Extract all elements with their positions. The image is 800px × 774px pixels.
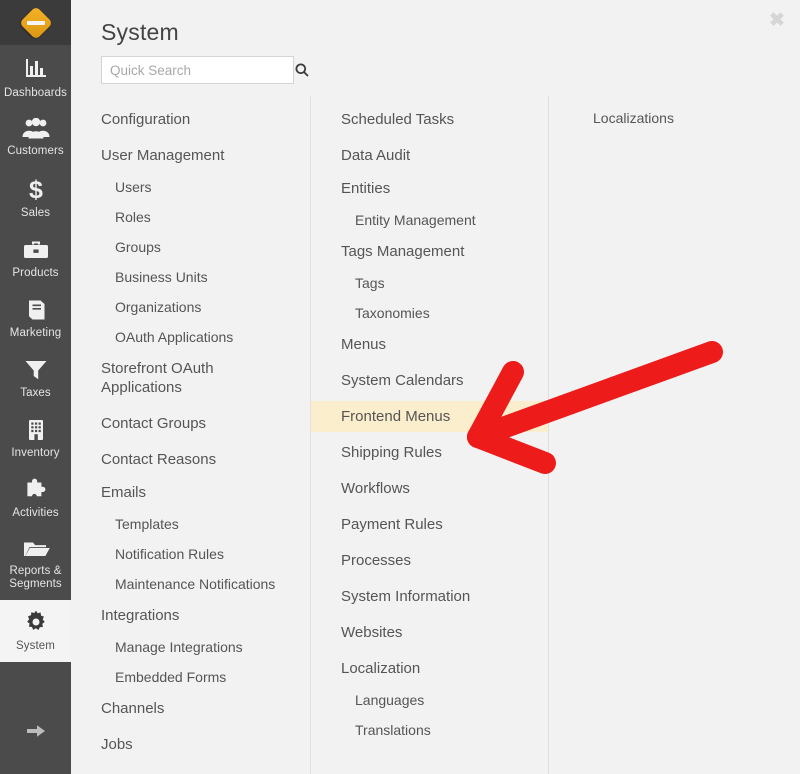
menu-item-menus[interactable]: Menus	[311, 329, 548, 360]
menu-item-contact-groups[interactable]: Contact Groups	[71, 408, 310, 439]
building-icon	[24, 418, 48, 442]
folder-open-icon	[22, 538, 50, 560]
menu-column-2: Scheduled Tasks Data Audit Entities Enti…	[310, 96, 548, 774]
main-sidebar: Dashboards Customers $ Sales Products Ma…	[0, 0, 71, 774]
menu-item-entity-management[interactable]: Entity Management	[311, 206, 548, 235]
sidebar-item-taxes[interactable]: Taxes	[0, 349, 71, 409]
search-icon[interactable]	[295, 57, 309, 83]
page-title: System	[101, 19, 179, 45]
menu-item-frontend-menus[interactable]: Frontend Menus	[311, 401, 548, 432]
menu-item-organizations[interactable]: Organizations	[71, 293, 310, 322]
sidebar-item-label: Marketing	[9, 327, 62, 339]
puzzle-piece-icon	[22, 478, 49, 502]
search-input[interactable]	[102, 57, 295, 83]
menu-columns: Configuration User Management Users Role…	[71, 96, 800, 774]
sidebar-item-inventory[interactable]: Inventory	[0, 409, 71, 469]
svg-text:$: $	[29, 176, 43, 202]
sidebar-item-system[interactable]: System	[0, 600, 71, 662]
sidebar-item-marketing[interactable]: Marketing	[0, 289, 71, 349]
menu-item-embedded-forms[interactable]: Embedded Forms	[71, 663, 310, 692]
menu-item-user-management[interactable]: User Management	[71, 140, 310, 171]
menu-item-system-calendars[interactable]: System Calendars	[311, 365, 548, 396]
menu-column-1: Configuration User Management Users Role…	[71, 96, 310, 774]
system-menu-panel: ✖ System Configuration User Management U…	[71, 0, 800, 774]
sidebar-item-label: Products	[12, 267, 59, 279]
sidebar-item-label: Reports & Segments	[9, 565, 62, 590]
sidebar-item-customers[interactable]: Customers	[0, 109, 71, 167]
menu-item-scheduled-tasks[interactable]: Scheduled Tasks	[311, 104, 548, 135]
sidebar-item-dashboards[interactable]: Dashboards	[0, 49, 71, 109]
menu-item-localizations[interactable]: Localizations	[549, 104, 800, 133]
menu-item-groups[interactable]: Groups	[71, 233, 310, 262]
menu-item-maintenance-notifications[interactable]: Maintenance Notifications	[71, 570, 310, 599]
sidebar-item-label: Activities	[12, 507, 59, 519]
menu-item-storefront-oauth-applications[interactable]: Storefront OAuth Applications	[71, 353, 310, 403]
menu-item-system-information[interactable]: System Information	[311, 581, 548, 612]
gear-icon	[23, 609, 49, 635]
bar-chart-icon	[23, 58, 49, 82]
sidebar-item-label: Dashboards	[3, 87, 67, 99]
sidebar-item-label: System	[16, 640, 55, 652]
menu-item-payment-rules[interactable]: Payment Rules	[311, 509, 548, 540]
menu-item-oauth-applications[interactable]: OAuth Applications	[71, 323, 310, 352]
users-group-icon	[21, 118, 51, 140]
menu-item-manage-integrations[interactable]: Manage Integrations	[71, 633, 310, 662]
menu-item-workflows[interactable]: Workflows	[311, 473, 548, 504]
menu-item-templates[interactable]: Templates	[71, 510, 310, 539]
menu-item-tags[interactable]: Tags	[311, 269, 548, 298]
menu-item-taxonomies[interactable]: Taxonomies	[311, 299, 548, 328]
sidebar-item-products[interactable]: Products	[0, 229, 71, 289]
menu-item-roles[interactable]: Roles	[71, 203, 310, 232]
dollar-sign-icon: $	[26, 176, 46, 202]
oro-diamond-logo-icon	[18, 5, 53, 40]
menu-item-configuration[interactable]: Configuration	[71, 104, 310, 135]
app-logo[interactable]	[0, 0, 71, 45]
menu-item-contact-reasons[interactable]: Contact Reasons	[71, 444, 310, 475]
menu-item-emails[interactable]: Emails	[71, 477, 310, 508]
menu-item-entities[interactable]: Entities	[311, 173, 548, 204]
sidebar-item-sales[interactable]: $ Sales	[0, 167, 71, 229]
funnel-icon	[23, 358, 49, 382]
sidebar-item-reports-segments[interactable]: Reports & Segments	[0, 529, 71, 600]
menu-item-channels[interactable]: Channels	[71, 693, 310, 724]
menu-item-translations[interactable]: Translations	[311, 716, 548, 745]
menu-item-users[interactable]: Users	[71, 173, 310, 202]
menu-item-integrations[interactable]: Integrations	[71, 600, 310, 631]
menu-item-business-units[interactable]: Business Units	[71, 263, 310, 292]
menu-item-languages[interactable]: Languages	[311, 686, 548, 715]
menu-item-localization[interactable]: Localization	[311, 653, 548, 684]
menu-item-data-audit[interactable]: Data Audit	[311, 140, 548, 171]
sidebar-nav-list: Dashboards Customers $ Sales Products Ma…	[0, 45, 71, 662]
close-icon[interactable]: ✖	[766, 9, 788, 31]
menu-item-shipping-rules[interactable]: Shipping Rules	[311, 437, 548, 468]
arrow-right-icon	[25, 722, 47, 745]
menu-item-processes[interactable]: Processes	[311, 545, 548, 576]
quick-search-box	[101, 56, 309, 84]
sidebar-item-label: Taxes	[20, 387, 51, 399]
sidebar-item-label: Inventory	[11, 447, 60, 459]
menu-item-tags-management[interactable]: Tags Management	[311, 236, 548, 267]
book-icon	[23, 298, 49, 322]
briefcase-icon	[22, 238, 50, 262]
menu-column-3: Localizations	[548, 96, 800, 774]
menu-item-jobs[interactable]: Jobs	[71, 729, 310, 760]
sidebar-item-label: Customers	[7, 145, 64, 157]
menu-item-websites[interactable]: Websites	[311, 617, 548, 648]
system-menu-flyout: Dashboards Customers $ Sales Products Ma…	[0, 0, 800, 774]
sidebar-item-label: Sales	[20, 207, 51, 219]
sidebar-expand-toggle[interactable]	[0, 693, 71, 774]
menu-item-notification-rules[interactable]: Notification Rules	[71, 540, 310, 569]
sidebar-item-activities[interactable]: Activities	[0, 469, 71, 529]
